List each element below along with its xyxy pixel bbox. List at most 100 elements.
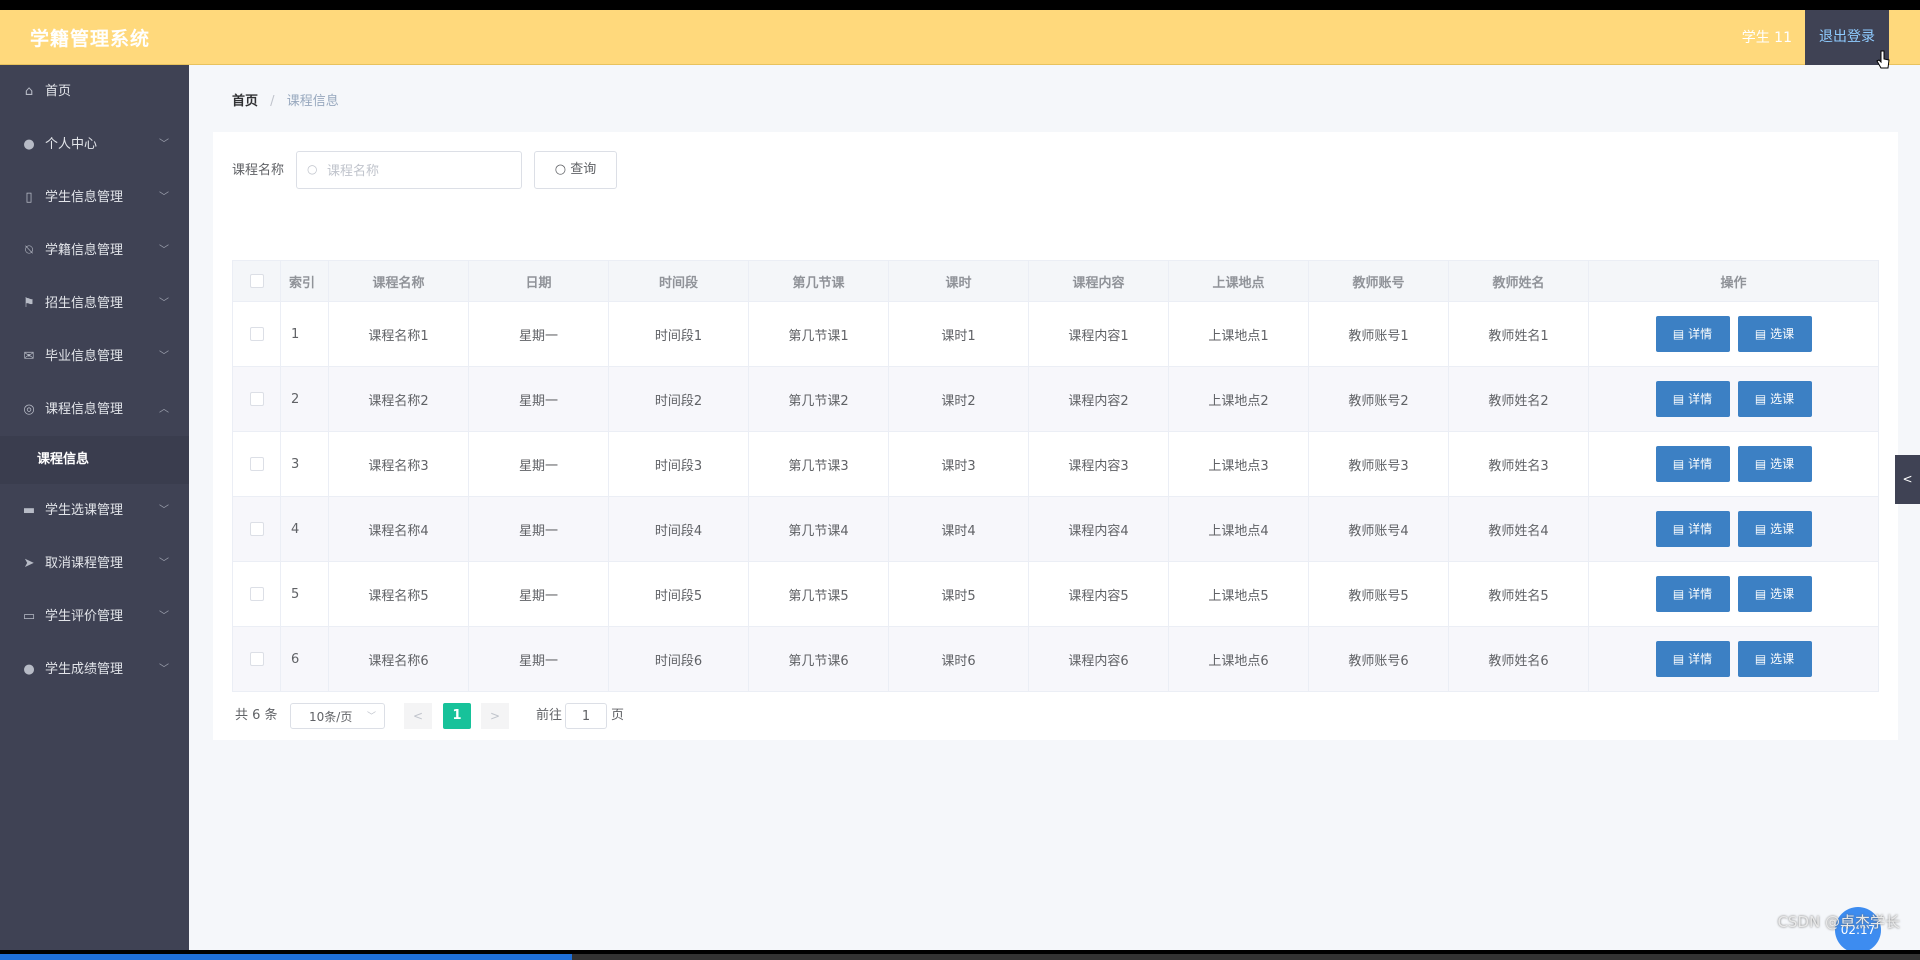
goto-page-input[interactable]: 1 (565, 703, 607, 729)
row-select-cell[interactable] (232, 301, 281, 367)
document-icon: ▤ (1672, 327, 1689, 341)
page-number-current[interactable]: 1 (443, 703, 471, 729)
sidebar-item-label: 毕业信息管理 (45, 349, 124, 364)
detail-button-label: 详情 (1688, 327, 1713, 341)
chevron-left-icon: < (1902, 472, 1913, 486)
user-icon: ● (23, 137, 35, 152)
table-cell: 教师账号5 (1308, 561, 1449, 627)
breadcrumb-separator: / (270, 94, 275, 109)
sidebar-item-evaluation[interactable]: ▭ 学生评价管理 ﹀ (0, 590, 189, 643)
row-select-cell[interactable] (232, 626, 281, 692)
table-cell: 5 (280, 561, 329, 627)
table-cell: 课程内容4 (1028, 496, 1169, 562)
row-checkbox[interactable] (249, 457, 264, 471)
search-icon: ○ (554, 162, 571, 177)
goto-unit-label: 页 (611, 708, 625, 723)
send-icon: ➤ (23, 556, 35, 571)
query-button[interactable]: ○ 查询 (534, 151, 617, 189)
sidebar-item-course-cancel[interactable]: ➤ 取消课程管理 ﹀ (0, 537, 189, 590)
column-header: 时间段 (608, 260, 749, 302)
row-checkbox[interactable] (249, 587, 264, 601)
table-cell: 教师姓名1 (1448, 301, 1589, 367)
select-course-button-label: 选课 (1770, 522, 1795, 536)
actions-cell: ▤ 详情 ▤ 选课 (1588, 496, 1879, 562)
row-checkbox[interactable] (249, 522, 264, 536)
breadcrumb: 首页 / 课程信息 (232, 90, 339, 109)
page-size-select[interactable]: 10条/页 ﹀ (290, 703, 385, 729)
table-row: 2 课程名称2 星期一 时间段2 第几节课2 课时2 课程内容2 上课地点2 教师账号2 教师姓名… (232, 366, 1879, 432)
table-cell: 第几节课6 (748, 626, 889, 692)
sidebar-subitem-course-info[interactable]: 课程信息 (0, 436, 189, 484)
row-select-cell[interactable] (232, 496, 281, 562)
detail-button[interactable]: ▤ 详情 (1655, 316, 1730, 352)
detail-button-label: 详情 (1688, 587, 1713, 601)
sidebar-item-courses[interactable]: ◎ 课程信息管理 ︿ (0, 383, 189, 436)
row-checkbox[interactable] (249, 392, 264, 406)
detail-button[interactable]: ▤ 详情 (1655, 446, 1730, 482)
table-cell: 教师姓名3 (1448, 431, 1589, 497)
row-select-cell[interactable] (232, 366, 281, 432)
prev-page-button[interactable]: < (404, 703, 432, 729)
table-cell: 星期一 (468, 431, 609, 497)
select-all-cell[interactable] (232, 260, 281, 302)
sidebar-item-label: 学生选课管理 (45, 503, 124, 518)
select-course-button-label: 选课 (1770, 652, 1795, 666)
table-header-row: 索引 课程名称 日期 时间段 第几节课 课时 课程内容 上课地点 教师账号 教师… (232, 260, 1879, 302)
sidebar-item-graduation[interactable]: ✉ 毕业信息管理 ﹀ (0, 330, 189, 383)
search-input[interactable] (325, 158, 519, 184)
document-icon: ▤ (1672, 587, 1689, 601)
detail-button[interactable]: ▤ 详情 (1655, 641, 1730, 677)
table-cell: 课时5 (888, 561, 1029, 627)
table-cell: 课程名称4 (328, 496, 469, 562)
chevron-down-icon: ﹀ (159, 139, 169, 150)
side-panel-toggle[interactable]: < (1895, 455, 1920, 504)
sidebar-item-student-info[interactable]: ▯ 学生信息管理 ﹀ (0, 171, 189, 224)
row-select-cell[interactable] (232, 561, 281, 627)
detail-button[interactable]: ▤ 详情 (1655, 381, 1730, 417)
table-cell: 教师姓名6 (1448, 626, 1589, 692)
sidebar-item-admissions[interactable]: ⚑ 招生信息管理 ﹀ (0, 277, 189, 330)
select-all-checkbox[interactable] (249, 274, 264, 288)
sidebar-item-label: 课程信息管理 (45, 402, 124, 417)
select-course-button[interactable]: ▤ 选课 (1737, 316, 1812, 352)
row-select-cell[interactable] (232, 431, 281, 497)
chevron-down-icon: ﹀ (159, 351, 169, 362)
next-page-button[interactable]: > (481, 703, 509, 729)
select-course-button[interactable]: ▤ 选课 (1737, 576, 1812, 612)
table-row: 6 课程名称6 星期一 时间段6 第几节课6 课时6 课程内容6 上课地点6 教师账号6 教师姓名… (232, 626, 1879, 692)
chevron-down-icon: ﹀ (159, 664, 169, 675)
table-cell: 教师姓名4 (1448, 496, 1589, 562)
row-checkbox[interactable] (249, 327, 264, 341)
detail-button[interactable]: ▤ 详情 (1655, 576, 1730, 612)
column-header: 课时 (888, 260, 1029, 302)
select-course-button[interactable]: ▤ 选课 (1737, 511, 1812, 547)
search-field[interactable]: ○ (296, 151, 522, 189)
detail-button[interactable]: ▤ 详情 (1655, 511, 1730, 547)
sidebar-item-enrollment-status[interactable]: ⍉ 学籍信息管理 ﹀ (0, 224, 189, 277)
table-cell: 教师账号4 (1308, 496, 1449, 562)
select-course-button[interactable]: ▤ 选课 (1737, 381, 1812, 417)
page-size-value: 10条/页 (309, 710, 353, 724)
sidebar-item-grades[interactable]: ● 学生成绩管理 ﹀ (0, 643, 189, 696)
chevron-down-icon: ﹀ (159, 611, 169, 622)
sidebar-item-home[interactable]: ⌂ 首页 (0, 65, 189, 118)
table-cell: 上课地点4 (1168, 496, 1309, 562)
message-icon: ✉ (23, 349, 35, 364)
select-course-button-label: 选课 (1770, 327, 1795, 341)
playback-progress-bar[interactable] (0, 954, 1920, 960)
breadcrumb-home[interactable]: 首页 (232, 94, 258, 109)
table-cell: 课时4 (888, 496, 1029, 562)
sidebar-item-profile[interactable]: ● 个人中心 ﹀ (0, 118, 189, 171)
table-cell: 星期一 (468, 561, 609, 627)
table-cell: 第几节课5 (748, 561, 889, 627)
select-course-button[interactable]: ▤ 选课 (1737, 446, 1812, 482)
table-cell: 教师姓名2 (1448, 366, 1589, 432)
table-cell: 课程内容5 (1028, 561, 1169, 627)
target-icon: ◎ (23, 402, 35, 417)
row-checkbox[interactable] (249, 652, 264, 666)
sidebar-item-label: 学生成绩管理 (45, 662, 124, 677)
select-course-button[interactable]: ▤ 选课 (1737, 641, 1812, 677)
actions-cell: ▤ 详情 ▤ 选课 (1588, 301, 1879, 367)
sidebar-item-course-selection[interactable]: ▬ 学生选课管理 ﹀ (0, 484, 189, 537)
table-cell: 课时3 (888, 431, 1029, 497)
